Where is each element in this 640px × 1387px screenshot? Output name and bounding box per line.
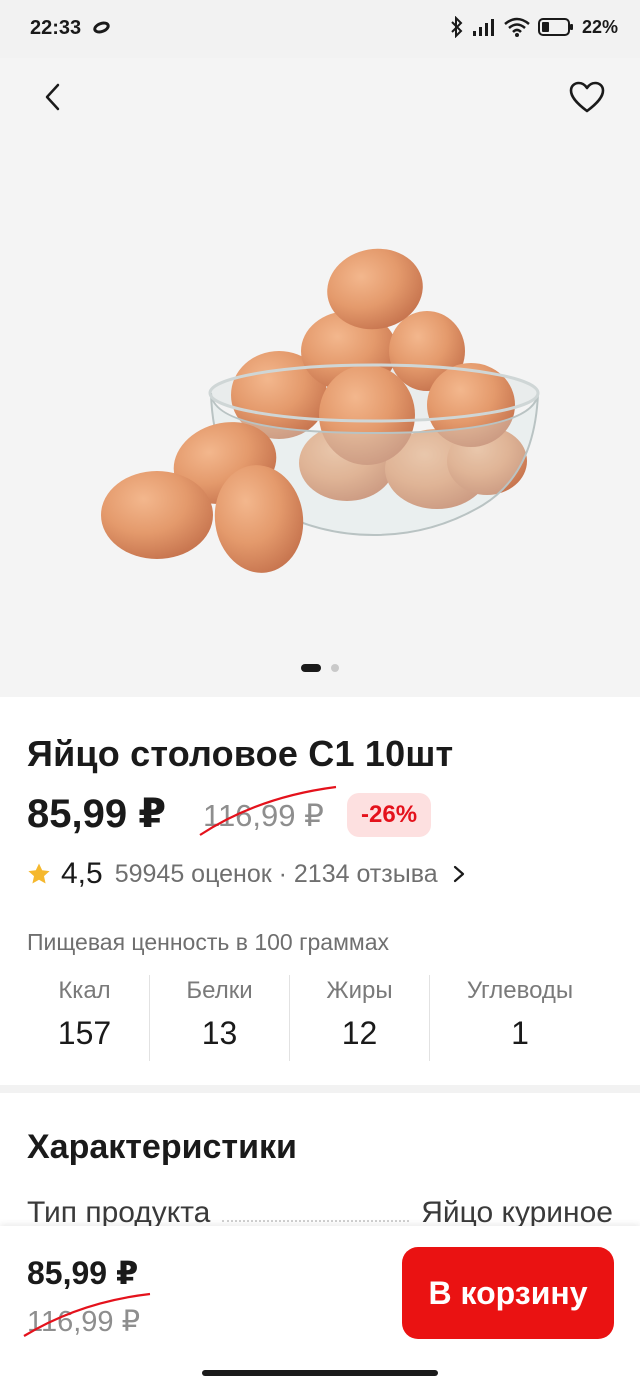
rating-row[interactable]: 4,5 59945 оценок · 2134 отзыва xyxy=(27,857,466,891)
battery-icon xyxy=(537,18,573,36)
heart-icon xyxy=(569,81,605,113)
battery-percent: 22% xyxy=(581,16,618,37)
pagination-dot xyxy=(331,664,339,672)
status-bar: 22:33 22% xyxy=(0,0,640,58)
characteristic-name: Тип продукта xyxy=(27,1196,211,1229)
bottom-old-price-strike xyxy=(23,1292,151,1337)
characteristic-value: Яйцо куриное xyxy=(421,1196,613,1229)
nutrition-value: 1 xyxy=(511,1015,529,1051)
pagination-dot-active xyxy=(301,664,321,672)
add-to-cart-button[interactable]: В корзину xyxy=(402,1247,614,1339)
nutrition-fat: Жиры 12 xyxy=(290,975,430,1061)
chevron-right-icon xyxy=(453,865,464,883)
chevron-left-icon xyxy=(45,83,60,111)
nutrition-label: Белки xyxy=(186,977,253,1004)
product-gallery[interactable] xyxy=(0,58,640,697)
status-icons: 22% xyxy=(450,16,618,38)
nutrition-value: 13 xyxy=(201,1015,238,1051)
nutrition-label: Углеводы xyxy=(466,977,574,1004)
bottom-purchase-bar: 85,99 ₽ 116,99 ₽ В корзину xyxy=(0,1226,640,1387)
back-button[interactable] xyxy=(30,74,76,120)
dotted-leader xyxy=(222,1220,410,1222)
characteristics-title: Характеристики xyxy=(27,1128,297,1166)
nutrition-carbs: Углеводы 1 xyxy=(430,975,610,1061)
wifi-icon xyxy=(504,17,530,37)
rating-meta: 59945 оценок · 2134 отзыва xyxy=(114,859,438,888)
section-divider xyxy=(0,1085,640,1093)
favorite-button[interactable] xyxy=(564,74,610,120)
nutrition-protein: Белки 13 xyxy=(150,975,290,1061)
bluetooth-icon xyxy=(451,16,463,38)
nutrition-label: Жиры xyxy=(326,977,393,1004)
product-title: Яйцо столовое С1 10шт xyxy=(27,733,454,774)
old-price-strike xyxy=(199,785,337,836)
nutrition-table: Ккал 157 Белки 13 Жиры 12 Углеводы 1 xyxy=(20,975,610,1061)
notification-ring-icon xyxy=(91,19,112,36)
eggs-in-bowl-image xyxy=(101,248,540,573)
discount-badge: -26% xyxy=(347,793,432,837)
current-price: 85,99 ₽ xyxy=(27,792,167,836)
bottom-current-price: 85,99 ₽ xyxy=(27,1255,139,1291)
nutrition-title: Пищевая ценность в 100 граммах xyxy=(27,929,390,955)
home-indicator[interactable] xyxy=(202,1370,438,1376)
rating-value: 4,5 xyxy=(61,857,103,890)
nutrition-kcal: Ккал 157 xyxy=(20,975,150,1061)
nutrition-label: Ккал xyxy=(58,977,111,1004)
nutrition-value: 12 xyxy=(341,1015,378,1051)
status-time: 22:33 xyxy=(30,17,82,39)
star-icon xyxy=(28,863,50,884)
gallery-pagination xyxy=(0,664,640,672)
signal-icon xyxy=(472,19,494,36)
characteristic-row: Тип продукта Яйцо куриное xyxy=(27,1196,613,1230)
nutrition-value: 157 xyxy=(57,1015,112,1051)
